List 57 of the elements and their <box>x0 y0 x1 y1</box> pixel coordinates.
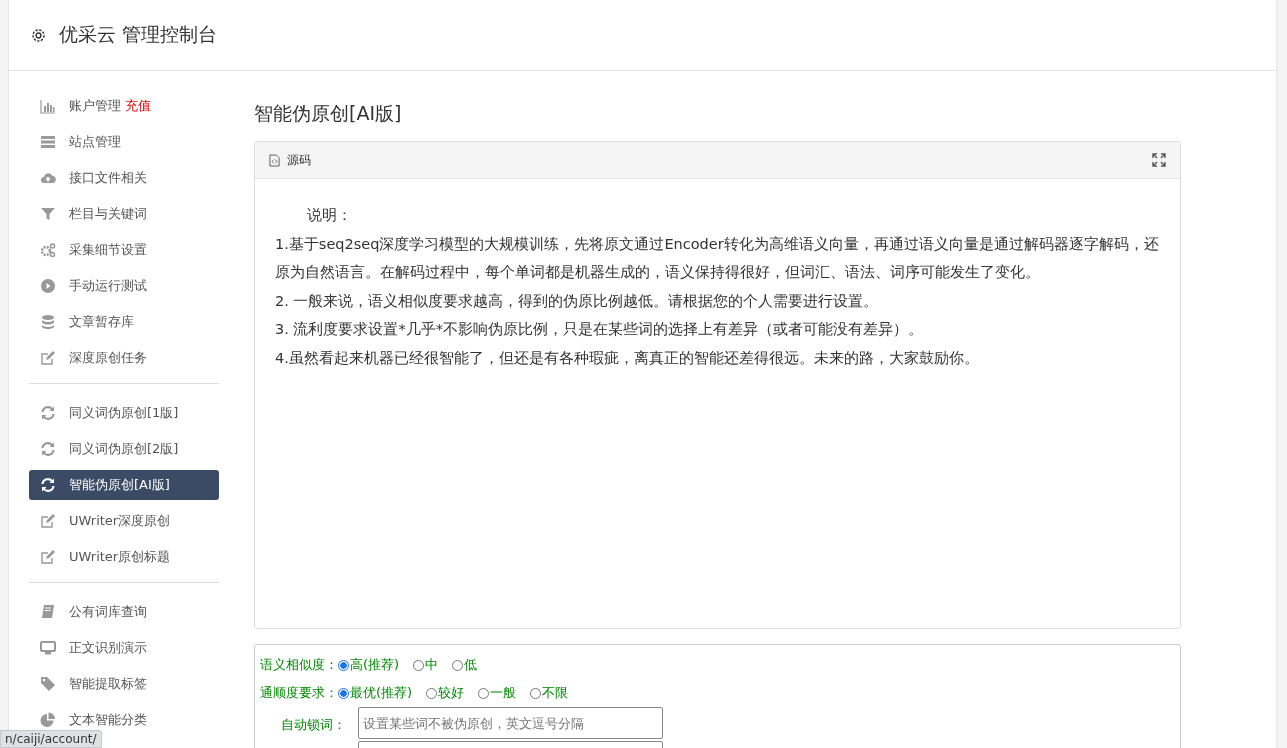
app-title: 优采云 管理控制台 <box>59 22 218 47</box>
sidebar-item[interactable]: 账户管理 充值 <box>29 91 219 121</box>
field-label: 语义相似度： <box>260 656 338 674</box>
code-file-icon <box>269 153 280 167</box>
refresh-icon <box>40 441 56 457</box>
edit-icon <box>40 350 56 366</box>
sidebar-item[interactable]: 文章暂存库 <box>29 307 219 337</box>
edit-icon <box>40 513 56 529</box>
database-icon <box>40 314 56 330</box>
cloud-upload-icon <box>40 170 56 186</box>
radio-option[interactable]: 较好 <box>426 684 465 702</box>
pie-chart-icon <box>40 712 56 728</box>
play-icon <box>40 278 56 294</box>
radio-option[interactable]: 中 <box>413 656 439 674</box>
field-label: 自动锁词： <box>281 716 346 734</box>
sidebar-item[interactable]: 栏目与关键词 <box>29 199 219 229</box>
radio-option[interactable]: 一般 <box>478 684 517 702</box>
text-paragraph: 2. 一般来说，语义相似度要求越高，得到的伪原比例越低。请根据您的个人需要进行设置。 <box>275 291 880 311</box>
sidebar-item[interactable]: 接口文件相关 <box>29 163 219 193</box>
sidebar-item[interactable]: 公有词库查询 <box>29 597 219 627</box>
sidebar-item[interactable]: 同义词伪原创[2版] <box>29 434 219 464</box>
refresh-icon <box>40 405 56 421</box>
sidebar-item[interactable]: UWriter深度原创 <box>29 506 219 536</box>
text-paragraph: 1.基于seq2seq深度学习模型的大规模训练，先将原文通过Encoder转化为高维语义向量，再通过语义向量是通过解码器逐字解码，还原为自然语言。在解码过程中，每个单词都是机器生成的，语义保持得很好，但词汇、语法、词序可能发生了变化。 <box>275 234 1160 282</box>
filter-icon <box>40 206 56 222</box>
radio-option[interactable]: 最优(推荐) <box>338 684 413 702</box>
edit-icon <box>40 549 56 565</box>
text-paragraph: 4.虽然看起来机器已经很智能了，但还是有各种瑕疵，离真正的智能还差得很远。未来的路，大家鼓励你。 <box>275 348 980 368</box>
tag-icon <box>40 676 56 692</box>
sidebar-item[interactable]: 同义词伪原创[1版] <box>29 398 219 428</box>
sidebar-item[interactable]: 手动运行测试 <box>29 271 219 301</box>
settings-icon <box>30 26 47 44</box>
text-paragraph: 3. 流利度要求设置*几乎*不影响伪原比例，只是在某些词的选择上有差异（或者可能没有差异）。 <box>275 320 924 339</box>
lock-words-field[interactable]: 设置某些词不被伪原创，英文逗号分隔 <box>358 707 663 739</box>
radio-option[interactable]: 低 <box>452 656 478 674</box>
recharge-link[interactable]: 充值 <box>125 97 151 115</box>
sidebar-item[interactable]: 正文识别演示 <box>29 633 219 663</box>
bar-chart-icon <box>40 98 56 114</box>
source-button[interactable]: 源码 <box>269 151 311 169</box>
gears-icon <box>40 242 56 258</box>
field-label: 通顺度要求： <box>260 684 338 702</box>
text-paragraph: 说明： <box>306 206 353 225</box>
sidebar-item[interactable]: 采集细节设置 <box>29 235 219 265</box>
radio-option[interactable]: 不限 <box>530 684 569 702</box>
status-url: n/caiji/account/ <box>0 730 102 748</box>
sidebar-item[interactable]: UWriter原创标题 <box>29 542 219 572</box>
server-icon <box>40 134 56 150</box>
refresh-icon <box>40 477 56 493</box>
page-title: 智能伪原创[AI版] <box>254 101 403 126</box>
book-icon <box>40 604 56 620</box>
monitor-icon <box>40 640 56 656</box>
sidebar-item[interactable]: 站点管理 <box>29 127 219 157</box>
radio-option[interactable]: 高(推荐) <box>338 656 400 674</box>
sidebar-item[interactable]: 智能伪原创[AI版] <box>29 470 219 500</box>
fullscreen-icon[interactable] <box>1152 153 1166 167</box>
sidebar-item[interactable]: 智能提取标签 <box>29 669 219 699</box>
sidebar-item[interactable]: 深度原创任务 <box>29 343 219 373</box>
